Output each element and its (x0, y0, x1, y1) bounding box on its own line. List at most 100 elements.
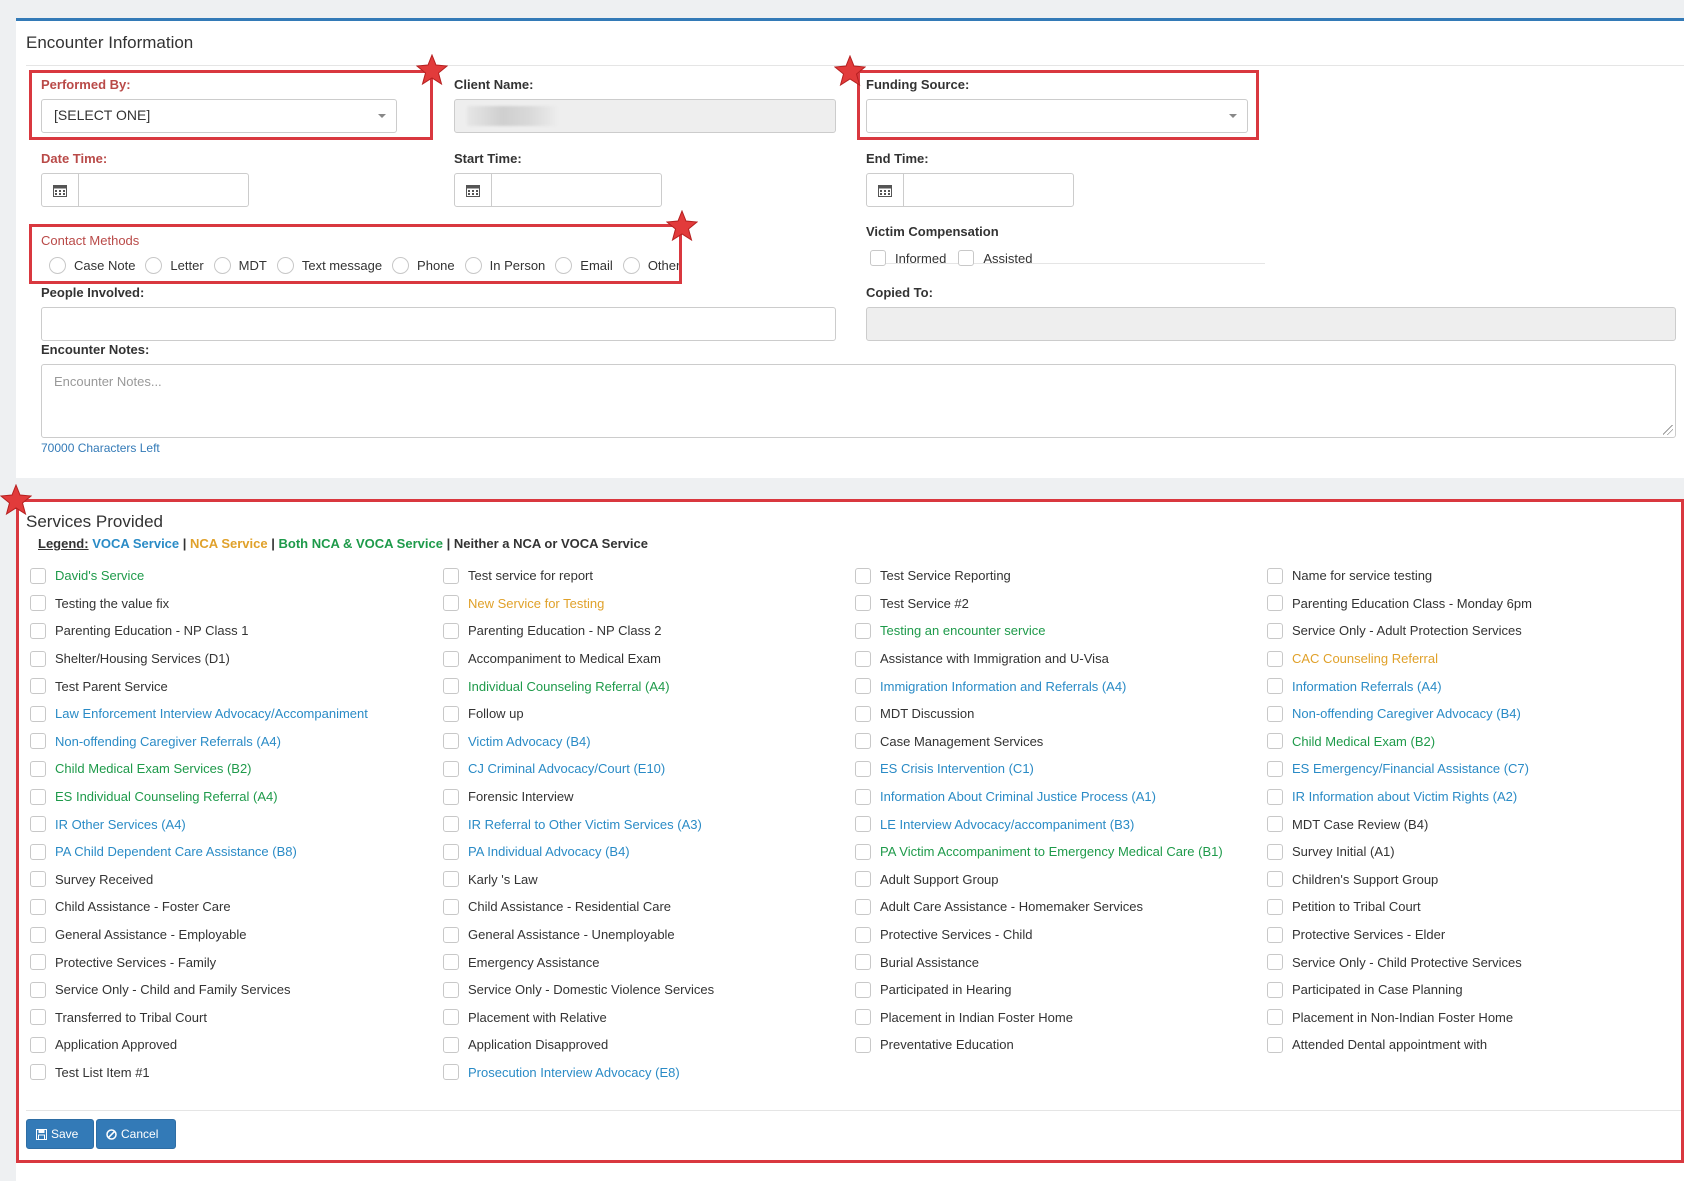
service-item[interactable]: Test List Item #1 (30, 1059, 368, 1087)
service-item[interactable]: Service Only - Domestic Violence Service… (443, 976, 714, 1004)
resize-handle-icon[interactable] (1663, 425, 1673, 435)
checkbox[interactable] (443, 898, 459, 915)
service-item[interactable]: Test Service Reporting (855, 562, 1223, 590)
victim-compensation-informed[interactable]: Informed (870, 250, 946, 266)
end-time-calendar-button[interactable] (866, 173, 904, 207)
service-item[interactable]: Participated in Case Planning (1267, 976, 1532, 1004)
checkbox[interactable] (443, 595, 459, 612)
service-item[interactable]: Victim Advocacy (B4) (443, 728, 714, 756)
service-item[interactable]: Protective Services - Child (855, 921, 1223, 949)
checkbox[interactable] (855, 705, 871, 722)
checkbox[interactable] (1267, 678, 1283, 695)
checkbox[interactable] (855, 954, 871, 971)
checkbox[interactable] (855, 733, 871, 750)
service-item[interactable]: PA Victim Accompaniment to Emergency Med… (855, 838, 1223, 866)
service-item[interactable]: Parenting Education - NP Class 2 (443, 617, 714, 645)
radio-button[interactable] (622, 257, 640, 274)
checkbox[interactable] (855, 595, 871, 612)
service-item[interactable]: Placement with Relative (443, 1004, 714, 1032)
service-item[interactable]: Child Medical Exam Services (B2) (30, 755, 368, 783)
checkbox[interactable] (1267, 622, 1283, 639)
service-item[interactable]: Information Referrals (A4) (1267, 672, 1532, 700)
checkbox[interactable] (855, 1009, 871, 1026)
checkbox[interactable] (30, 622, 46, 639)
service-item[interactable]: Transferred to Tribal Court (30, 1004, 368, 1032)
checkbox[interactable] (855, 816, 871, 833)
checkbox[interactable] (30, 898, 46, 915)
service-item[interactable]: IR Other Services (A4) (30, 810, 368, 838)
radio-button[interactable] (145, 257, 163, 274)
encounter-notes-textarea[interactable]: Encounter Notes... (41, 364, 1676, 438)
service-item[interactable]: Survey Initial (A1) (1267, 838, 1532, 866)
service-item[interactable]: PA Individual Advocacy (B4) (443, 838, 714, 866)
checkbox[interactable] (1267, 733, 1283, 750)
checkbox[interactable] (30, 1036, 46, 1053)
service-item[interactable]: MDT Case Review (B4) (1267, 810, 1532, 838)
radio-button[interactable] (276, 257, 294, 274)
radio-button[interactable] (464, 257, 482, 274)
radio-button[interactable] (213, 257, 231, 274)
checkbox[interactable] (443, 760, 459, 777)
checkbox[interactable] (870, 250, 886, 266)
service-item[interactable]: MDT Discussion (855, 700, 1223, 728)
service-item[interactable]: Non-offending Caregiver Advocacy (B4) (1267, 700, 1532, 728)
checkbox[interactable] (855, 650, 871, 667)
checkbox[interactable] (855, 981, 871, 998)
service-item[interactable]: Prosecution Interview Advocacy (E8) (443, 1059, 714, 1087)
service-item[interactable]: Shelter/Housing Services (D1) (30, 645, 368, 673)
checkbox[interactable] (30, 760, 46, 777)
checkbox[interactable] (443, 816, 459, 833)
service-item[interactable]: Application Disapproved (443, 1031, 714, 1059)
contact-method-phone[interactable]: Phone (392, 257, 455, 274)
checkbox[interactable] (1267, 898, 1283, 915)
checkbox[interactable] (443, 622, 459, 639)
checkbox[interactable] (855, 567, 871, 584)
service-item[interactable]: David's Service (30, 562, 368, 590)
service-item[interactable]: Placement in Non-Indian Foster Home (1267, 1004, 1532, 1032)
service-item[interactable]: Karly 's Law (443, 866, 714, 894)
checkbox[interactable] (443, 926, 459, 943)
checkbox[interactable] (855, 926, 871, 943)
contact-method-mdt[interactable]: MDT (213, 257, 267, 274)
service-item[interactable]: PA Child Dependent Care Assistance (B8) (30, 838, 368, 866)
contact-method-text-message[interactable]: Text message (276, 257, 382, 274)
service-item[interactable]: IR Referral to Other Victim Services (A3… (443, 810, 714, 838)
people-involved-input[interactable] (41, 307, 836, 341)
service-item[interactable]: Information About Criminal Justice Proce… (855, 783, 1223, 811)
cancel-button[interactable]: Cancel (96, 1119, 176, 1149)
checkbox[interactable] (1267, 843, 1283, 860)
checkbox[interactable] (443, 705, 459, 722)
service-item[interactable]: New Service for Testing (443, 590, 714, 618)
checkbox[interactable] (1267, 760, 1283, 777)
service-item[interactable]: Case Management Services (855, 728, 1223, 756)
checkbox[interactable] (443, 981, 459, 998)
service-item[interactable]: Placement in Indian Foster Home (855, 1004, 1223, 1032)
checkbox[interactable] (30, 954, 46, 971)
service-item[interactable]: Participated in Hearing (855, 976, 1223, 1004)
radio-button[interactable] (555, 257, 573, 274)
service-item[interactable]: Emergency Assistance (443, 948, 714, 976)
victim-compensation-assisted[interactable]: Assisted (958, 250, 1032, 266)
service-item[interactable]: General Assistance - Employable (30, 921, 368, 949)
checkbox[interactable] (855, 622, 871, 639)
contact-method-in-person[interactable]: In Person (464, 257, 545, 274)
checkbox[interactable] (1267, 816, 1283, 833)
checkbox[interactable] (30, 595, 46, 612)
service-item[interactable]: IR Information about Victim Rights (A2) (1267, 783, 1532, 811)
checkbox[interactable] (1267, 650, 1283, 667)
checkbox[interactable] (1267, 788, 1283, 805)
contact-method-email[interactable]: Email (555, 257, 613, 274)
checkbox[interactable] (30, 981, 46, 998)
contact-method-letter[interactable]: Letter (145, 257, 204, 274)
checkbox[interactable] (30, 1009, 46, 1026)
contact-method-case-note[interactable]: Case Note (49, 257, 135, 274)
checkbox[interactable] (443, 1009, 459, 1026)
checkbox[interactable] (1267, 567, 1283, 584)
checkbox[interactable] (443, 567, 459, 584)
checkbox[interactable] (443, 843, 459, 860)
checkbox[interactable] (1267, 1009, 1283, 1026)
service-item[interactable]: Test Service #2 (855, 590, 1223, 618)
service-item[interactable]: Service Only - Adult Protection Services (1267, 617, 1532, 645)
service-item[interactable]: Burial Assistance (855, 948, 1223, 976)
service-item[interactable]: Adult Care Assistance - Homemaker Servic… (855, 893, 1223, 921)
